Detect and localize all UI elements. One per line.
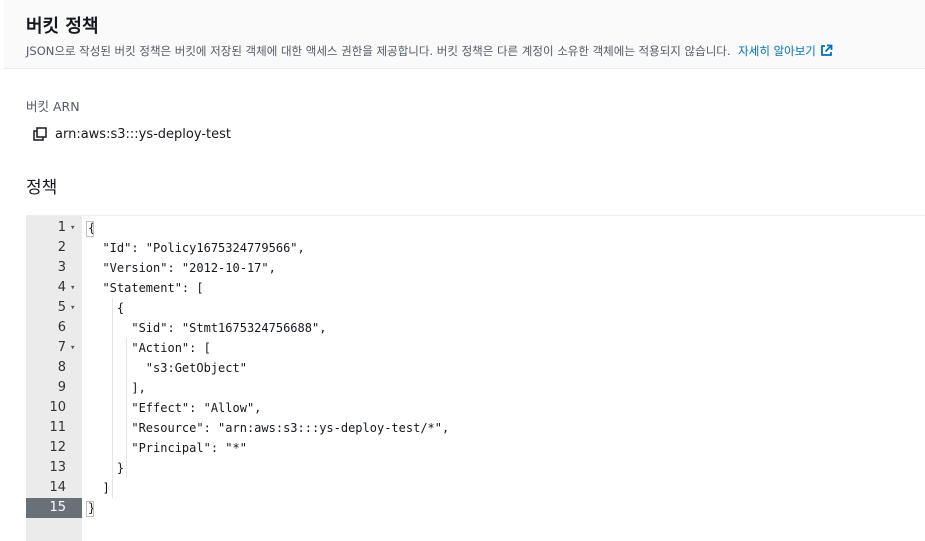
line-number: 11 (49, 420, 66, 435)
code-text: "Version": "2012-10-17", (88, 261, 276, 275)
code-line[interactable]: 12 "Principal": "*" (26, 438, 925, 458)
learn-more-label[interactable]: 자세히 알아보기 (738, 44, 816, 58)
code-line[interactable]: 7 ▾ "Action": [ (26, 338, 925, 358)
line-number: 6 (57, 320, 66, 335)
code-line[interactable]: 13 } (26, 458, 925, 478)
code-line[interactable]: 2 "Id": "Policy1675324779566", (26, 238, 925, 258)
fold-toggle-icon[interactable]: ▾ (70, 338, 75, 358)
code-text: "Effect": "Allow", (88, 401, 262, 415)
code-line[interactable]: 1 ▾{ (26, 218, 925, 238)
code-line[interactable]: 4 ▾ "Statement": [ (26, 278, 925, 298)
code-text: } (88, 461, 125, 475)
line-number: 15 (26, 498, 82, 518)
page-title: 버킷 정책 (26, 16, 99, 37)
bucket-arn-value: arn:aws:s3:::ys-deploy-test (55, 126, 231, 142)
line-number: 14 (49, 480, 66, 495)
line-number: 13 (49, 460, 66, 475)
code-line[interactable]: 15} (26, 498, 925, 518)
line-number: 9 (57, 380, 66, 395)
code-text: ] (88, 481, 110, 495)
code-line[interactable]: 9 ], (26, 378, 925, 398)
line-number: 12 (49, 440, 66, 455)
line-number: 3 (57, 260, 66, 275)
indent-guide (112, 298, 113, 498)
code-text: "Id": "Policy1675324779566", (88, 241, 305, 255)
external-link-icon[interactable] (820, 44, 833, 57)
code-text: "Resource": "arn:aws:s3:::ys-deploy-test… (88, 421, 450, 435)
policy-code-editor[interactable]: 1 ▾{2 "Id": "Policy1675324779566", 3 "Vers… (26, 215, 925, 541)
bracket-match-highlight (86, 501, 94, 517)
code-line[interactable]: 11 "Resource": "arn:aws:s3:::ys-deploy-t… (26, 418, 925, 438)
page-header: 버킷 정책 JSON으로 작성된 버킷 정책은 버킷에 저장된 객체에 대한 액… (4, 0, 925, 69)
copy-icon[interactable] (33, 127, 47, 141)
code-line[interactable]: 5 ▾ { (26, 298, 925, 318)
code-text: ], (88, 381, 146, 395)
code-line[interactable]: 3 "Version": "2012-10-17", (26, 258, 925, 278)
fold-toggle-icon[interactable]: ▾ (70, 218, 75, 238)
line-number: 5 (57, 300, 66, 315)
description-text: JSON으로 작성된 버킷 정책은 버킷에 저장된 객체에 대한 액세스 권한을… (26, 44, 731, 58)
line-number: 7 (57, 340, 66, 355)
code-line[interactable]: 6 "Sid": "Stmt1675324756688", (26, 318, 925, 338)
bucket-arn-row: arn:aws:s3:::ys-deploy-test (33, 125, 231, 143)
learn-more-link[interactable]: 자세히 알아보기 (738, 44, 833, 58)
bracket-match-highlight (86, 221, 94, 237)
code-line[interactable]: 8 "s3:GetObject" (26, 358, 925, 378)
indent-guide (126, 338, 127, 478)
fold-toggle-icon[interactable]: ▾ (70, 298, 75, 318)
code-line[interactable]: 10 "Effect": "Allow", (26, 398, 925, 418)
line-number: 2 (57, 240, 66, 255)
line-number: 4 (57, 280, 66, 295)
policy-section-title: 정책 (26, 178, 58, 198)
line-number: 10 (49, 400, 66, 415)
code-text: { (88, 301, 125, 315)
line-number: 1 (57, 220, 66, 235)
code-line[interactable]: 14 ] (26, 478, 925, 498)
page-description: JSON으로 작성된 버킷 정책은 버킷에 저장된 객체에 대한 액세스 권한을… (26, 43, 833, 59)
code-text: "Sid": "Stmt1675324756688", (88, 321, 327, 335)
code-text: "Statement": [ (88, 281, 204, 295)
line-number: 8 (57, 360, 66, 375)
fold-toggle-icon[interactable]: ▾ (70, 278, 75, 298)
code-text: "Action": [ (88, 341, 211, 355)
bucket-arn-label: 버킷 ARN (26, 99, 80, 114)
